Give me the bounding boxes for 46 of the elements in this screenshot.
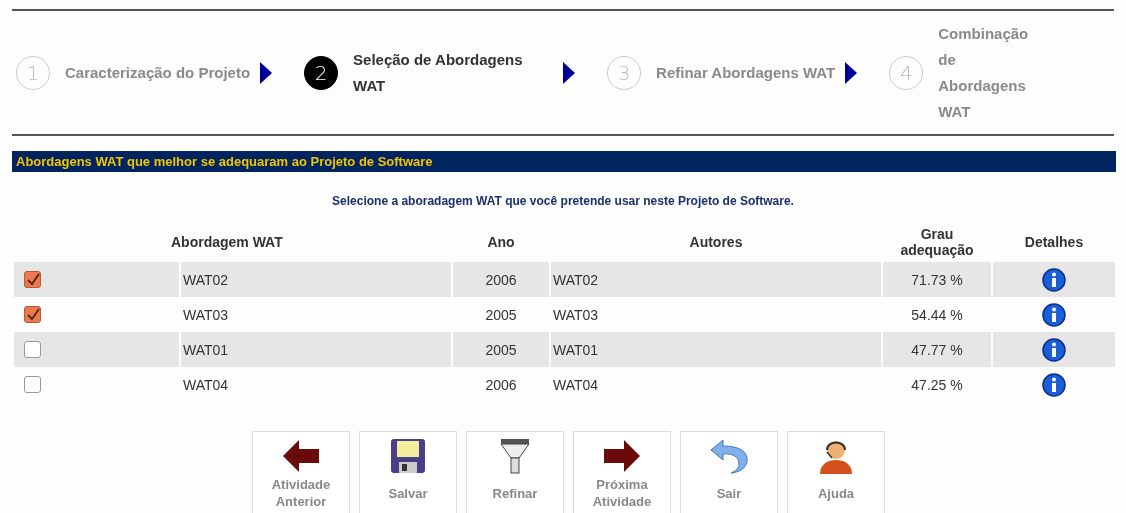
column-header: Ano: [487, 234, 515, 250]
toolbar-button[interactable]: Salvar: [359, 431, 457, 513]
toolbar-button[interactable]: Sair: [680, 431, 778, 513]
table-cell: 2006: [485, 271, 517, 288]
checkbox[interactable]: [24, 306, 41, 324]
table-cell: WAT03: [553, 306, 599, 323]
column-header: Detalhes: [1024, 234, 1084, 250]
toolbar-button[interactable]: Ajuda: [787, 431, 885, 513]
table-cell: 2005: [485, 306, 517, 323]
table-cell: 2005: [485, 341, 517, 358]
table-cell: 47.77 %: [911, 341, 963, 358]
checkbox[interactable]: [24, 271, 41, 289]
table-cell: 2006: [485, 376, 517, 393]
triangle-icon: [563, 61, 576, 84]
info-icon[interactable]: [1042, 267, 1066, 292]
step-label: Caracterização do Projeto: [65, 62, 251, 83]
info-icon[interactable]: [1042, 337, 1066, 362]
instruction-text: Selecione a aboradagem WAT que você pretende usar neste Projeto de Software.: [331, 194, 795, 208]
table-cell: WAT01: [183, 341, 229, 358]
table-cell: WAT02: [553, 271, 599, 288]
table-cell: WAT04: [553, 376, 599, 393]
info-icon[interactable]: [1042, 372, 1066, 397]
checkbox[interactable]: [24, 341, 41, 359]
curved-arrow-icon: [709, 436, 749, 476]
table-cell: WAT02: [183, 271, 229, 288]
table-cell: WAT03: [183, 306, 229, 323]
step-label: Refinar Abordagens WAT: [656, 62, 836, 83]
toolbar-button[interactable]: Atividade Anterior: [252, 431, 350, 513]
table-cell: 47.25 %: [911, 376, 963, 393]
table-cell: WAT01: [553, 341, 599, 358]
step-number: 2: [304, 55, 339, 90]
info-icon[interactable]: [1042, 302, 1066, 327]
table-cell: 54.44 %: [911, 306, 963, 323]
toolbar-button[interactable]: Refinar: [466, 431, 564, 513]
step-label: Seleção de Abordagens WAT: [353, 49, 524, 96]
triangle-icon: [845, 61, 858, 84]
column-header: Grau adequação: [900, 226, 974, 258]
table-cell: 71.73 %: [911, 271, 963, 288]
checkbox[interactable]: [24, 376, 41, 394]
table-cell: WAT04: [183, 376, 229, 393]
column-header: Autores: [689, 234, 743, 250]
section-title: Abordagens WAT que melhor se adequaram ao Projeto de Software: [12, 151, 1116, 172]
step-label: Combinação de Abordagens WAT: [938, 23, 1029, 122]
triangle-icon: [260, 61, 273, 84]
toolbar-button[interactable]: Próxima Atividade: [573, 431, 671, 513]
column-header: Abordagem WAT: [171, 234, 283, 250]
